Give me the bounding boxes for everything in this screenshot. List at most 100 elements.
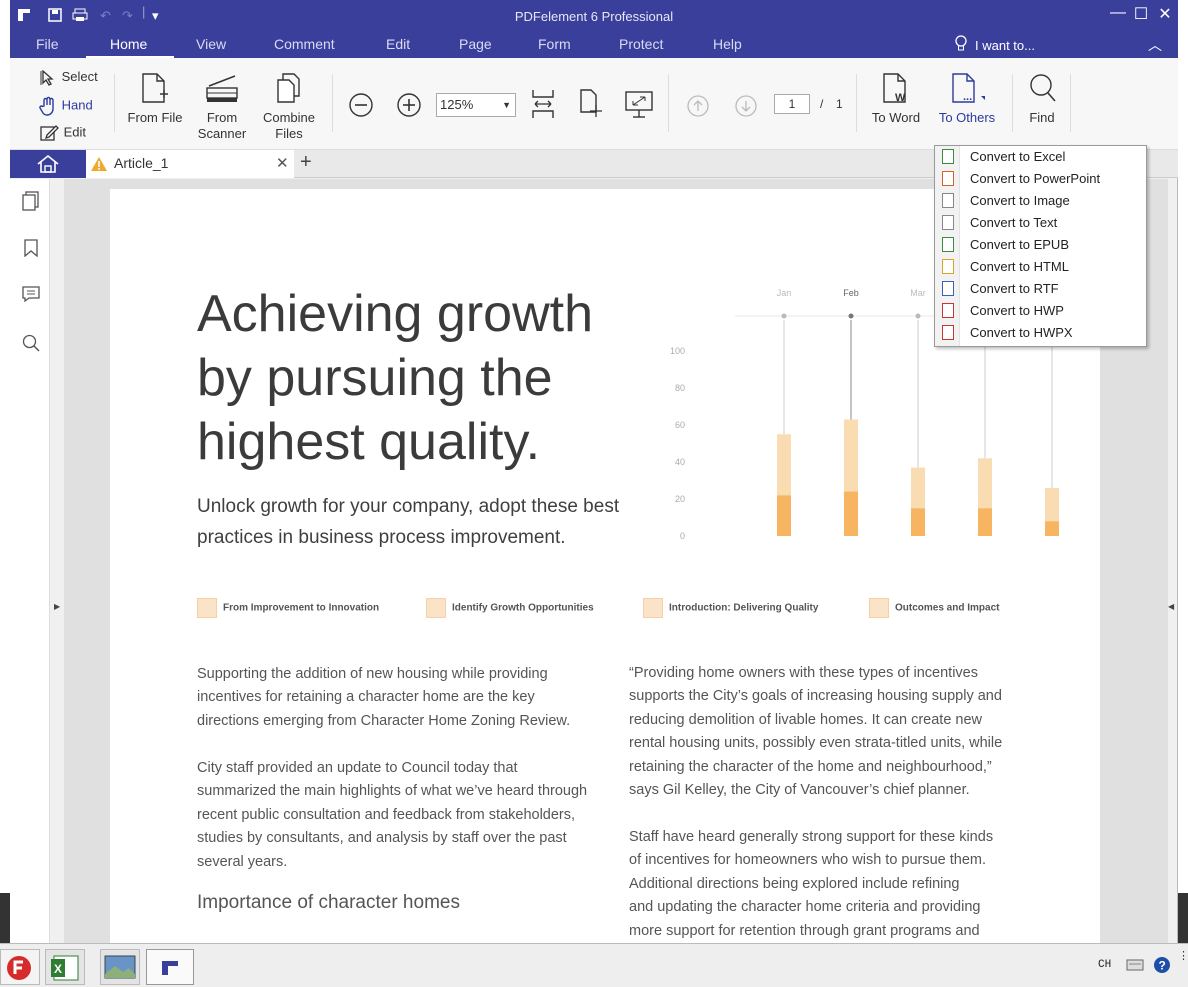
- document-tab[interactable]: Article_1 ✕: [86, 150, 294, 178]
- select-tool[interactable]: Select: [40, 69, 98, 86]
- find-button[interactable]: Find: [1022, 72, 1062, 126]
- hwp-file-icon: [942, 303, 954, 318]
- category-item: From Improvement to Innovation: [197, 598, 379, 618]
- convert-rtf-item[interactable]: Convert to RTF: [935, 278, 1146, 300]
- slideshow-button[interactable]: [624, 90, 654, 124]
- previous-page-button[interactable]: [686, 94, 710, 122]
- y-tick-label: 20: [675, 494, 685, 504]
- tray-overflow-icon[interactable]: ⋮: [1178, 951, 1188, 962]
- subheading-line: Unlock growth for your company, adopt th…: [197, 496, 620, 517]
- expand-left-panel-icon[interactable]: ▶: [54, 602, 60, 611]
- home-tab[interactable]: [10, 150, 86, 178]
- to-others-button[interactable]: ... To Others: [934, 72, 1000, 126]
- combine-label-1: Combine: [262, 110, 316, 125]
- left-paragraph-1: Supporting the addition of new housing w…: [197, 663, 570, 733]
- menu-item-label: Convert to HWPX: [970, 325, 1073, 340]
- zoom-select[interactable]: 125% ▼: [436, 93, 516, 117]
- text-line: City staff provided an update to Council…: [197, 760, 518, 776]
- text-line: directions emerging from Character Home …: [197, 712, 571, 729]
- ribbon-separator: [1070, 74, 1071, 132]
- hand-tool[interactable]: Hand: [38, 96, 93, 116]
- app-window: ↶ ↷ | ▾ PDFelement 6 Professional — ☐ ✕ …: [10, 0, 1178, 943]
- category-icon: [197, 598, 217, 618]
- new-tab-button[interactable]: +: [300, 151, 312, 174]
- convert-powerpoint-item[interactable]: Convert to PowerPoint: [935, 168, 1146, 190]
- bookmark-icon[interactable]: [23, 239, 39, 262]
- chart-point: [848, 313, 854, 319]
- taskbar-app-foxit[interactable]: [0, 949, 40, 985]
- convert-hwpx-item[interactable]: Convert to HWPX: [935, 322, 1146, 344]
- y-tick-label: 0: [680, 531, 685, 541]
- tab-view[interactable]: View: [196, 36, 226, 52]
- page-number-input[interactable]: 1: [774, 94, 810, 114]
- zoom-out-button[interactable]: [348, 92, 374, 122]
- text-line: more support for retention through grant…: [629, 922, 980, 939]
- category-label: Introduction: Delivering Quality: [669, 602, 819, 614]
- zoom-in-button[interactable]: [396, 92, 422, 122]
- help-icon[interactable]: ?: [1153, 956, 1171, 979]
- tab-edit[interactable]: Edit: [386, 36, 410, 52]
- tab-page[interactable]: Page: [459, 36, 492, 52]
- convert-image-item[interactable]: Convert to Image: [935, 190, 1146, 212]
- fit-page-button[interactable]: [578, 88, 604, 124]
- convert-hwp-item[interactable]: Convert to HWP: [935, 300, 1146, 322]
- zoom-out-icon: [349, 93, 373, 117]
- menu-item-label: Convert to PowerPoint: [970, 171, 1101, 186]
- keyboard-icon[interactable]: [1126, 956, 1144, 977]
- menu-item-label: Convert to EPUB: [970, 237, 1069, 252]
- lightbulb-icon[interactable]: [954, 35, 968, 56]
- taskbar-app-excel[interactable]: X: [45, 949, 85, 985]
- bar-lower: [1045, 521, 1059, 536]
- convert-excel-item[interactable]: Convert to Excel: [935, 146, 1146, 168]
- taskbar-app-pdfelement[interactable]: [146, 949, 194, 985]
- convert-epub-item[interactable]: Convert to EPUB: [935, 234, 1146, 256]
- comment-icon[interactable]: [22, 285, 40, 308]
- from-file-label: From File: [127, 110, 183, 125]
- headline-line: highest quality.: [197, 413, 541, 471]
- close-tab-icon[interactable]: ✕: [276, 154, 289, 172]
- arrow-up-icon: [687, 95, 709, 117]
- tab-comment[interactable]: Comment: [274, 36, 335, 52]
- i-want-to-search[interactable]: I want to...: [975, 38, 1035, 53]
- next-page-button[interactable]: [734, 94, 758, 122]
- right-paragraph-1: “Providing home owners with these types …: [629, 662, 1002, 802]
- text-line: rental housing units, possibly even stra…: [629, 735, 1003, 752]
- expand-right-panel-icon[interactable]: ◀: [1168, 602, 1174, 611]
- tab-file[interactable]: File: [36, 36, 59, 52]
- hwpx-file-icon: [942, 325, 954, 340]
- tab-form[interactable]: Form: [538, 36, 571, 52]
- ribbon-separator: [856, 74, 857, 132]
- subheading-line: practices in business process improvemen…: [197, 527, 566, 548]
- minimize-icon[interactable]: —: [1106, 4, 1130, 22]
- collapse-ribbon-icon[interactable]: ︿: [1148, 35, 1162, 55]
- edit-tool[interactable]: Edit: [40, 124, 86, 142]
- to-word-button[interactable]: W To Word: [866, 72, 926, 126]
- tab-protect[interactable]: Protect: [619, 36, 663, 52]
- maximize-icon[interactable]: ☐: [1129, 4, 1153, 24]
- taskbar-app-photos[interactable]: [100, 949, 140, 985]
- text-line: several years.: [197, 853, 288, 870]
- combine-files-button[interactable]: Combine Files: [258, 72, 320, 142]
- close-icon[interactable]: ✕: [1153, 4, 1177, 24]
- convert-html-item[interactable]: Convert to HTML: [935, 256, 1146, 278]
- text-line: summarized the main highlights of what w…: [197, 783, 588, 800]
- bar-upper: [777, 434, 791, 496]
- bar-upper: [911, 467, 925, 509]
- tab-help[interactable]: Help: [713, 36, 742, 52]
- convert-text-item[interactable]: Convert to Text: [935, 212, 1146, 234]
- tab-home[interactable]: Home: [110, 36, 147, 52]
- menu-item-label: Convert to HWP: [970, 303, 1064, 318]
- text-line: Staff have heard generally strong suppor…: [629, 829, 994, 845]
- text-line: Additional directions being explored inc…: [629, 875, 960, 892]
- thumbnails-icon[interactable]: [22, 191, 40, 216]
- ribbon-separator: [668, 74, 669, 132]
- from-scanner-button[interactable]: From Scanner: [192, 72, 252, 142]
- sidebar-search-icon[interactable]: [22, 334, 40, 357]
- edit-label: Edit: [63, 124, 87, 140]
- home-icon: [37, 154, 59, 173]
- to-others-dropdown: Convert to Excel Convert to PowerPoint C…: [934, 145, 1147, 347]
- bar-upper: [1045, 487, 1059, 522]
- fit-width-button[interactable]: [530, 88, 556, 124]
- input-language[interactable]: CH: [1098, 959, 1111, 971]
- from-file-button[interactable]: From File: [124, 72, 186, 126]
